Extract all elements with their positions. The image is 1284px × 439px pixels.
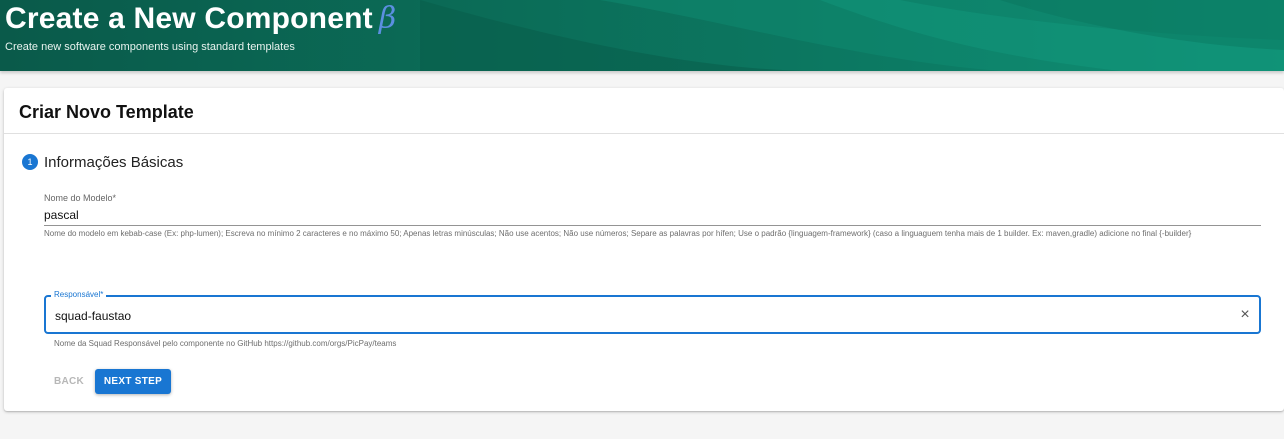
model-name-helper-text: Nome do modelo em kebab-case (Ex: php-lu…: [44, 229, 1192, 238]
model-name-underline: [44, 225, 1261, 226]
card-title: Criar Novo Template: [19, 102, 194, 122]
step-label: Informações Básicas: [44, 154, 184, 171]
model-name-label: Nome do Modelo*: [44, 193, 117, 203]
owner-input[interactable]: squad-faustao: [55, 309, 131, 323]
next-step-button[interactable]: NEXT STEP: [95, 369, 171, 394]
clear-icon[interactable]: ×: [1236, 306, 1254, 324]
owner-field-outline[interactable]: [44, 295, 1261, 334]
owner-field-label: Responsável*: [51, 290, 107, 299]
back-button[interactable]: BACK: [50, 370, 88, 394]
beta-badge: β: [378, 1, 397, 36]
template-form-card: Criar Novo Template 1 Informações Básica…: [4, 88, 1284, 411]
owner-helper-text: Nome da Squad Responsável pelo component…: [54, 339, 397, 348]
page-title-text: Create a New Component: [5, 2, 373, 35]
model-name-input[interactable]: pascal: [44, 208, 79, 222]
page-title: Create a New Component β: [5, 1, 396, 36]
page-subtitle: Create new software components using sta…: [5, 41, 295, 53]
step-number-badge: 1: [22, 154, 38, 170]
page-header: Create a New Component β Create new softw…: [0, 0, 1284, 71]
card-divider: [4, 133, 1284, 134]
